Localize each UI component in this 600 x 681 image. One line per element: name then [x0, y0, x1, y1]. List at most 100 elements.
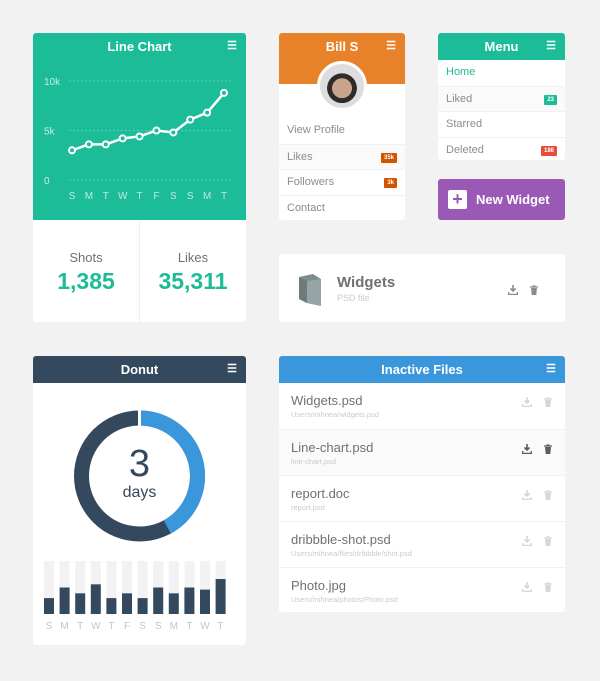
trash-icon[interactable]: [543, 444, 553, 454]
x-tick-label: M: [170, 621, 178, 632]
profile-header: Bill S ☰: [279, 33, 405, 111]
donut-unit: days: [122, 484, 157, 501]
bar-chart: SMTWTFSSMTWT: [44, 561, 226, 632]
bar: [153, 587, 164, 614]
menu-item-liked[interactable]: Liked 23: [438, 85, 565, 111]
stat-label: Shots: [69, 250, 103, 265]
followers-badge: 3k: [384, 178, 397, 188]
data-point: [135, 132, 144, 141]
y-tick-label: 10k: [44, 77, 61, 88]
item-label: Starred: [446, 118, 483, 130]
trash-icon[interactable]: [543, 490, 553, 500]
data-point: [169, 128, 178, 137]
data-point: [220, 88, 228, 97]
download-icon[interactable]: [522, 582, 532, 592]
file-row[interactable]: report.doc report.psd: [279, 475, 565, 521]
stat-label: Likes: [177, 250, 209, 265]
donut-value: 3: [128, 443, 151, 485]
menu-icon[interactable]: ☰: [227, 356, 237, 383]
stat-value: 35,311: [158, 268, 228, 294]
x-tick-label: S: [187, 191, 194, 202]
download-icon[interactable]: [508, 285, 518, 295]
file-row[interactable]: Widgets.psd Users/mihnea/widgets.psd: [279, 383, 565, 429]
line-chart-panel: Line Chart ☰ 0 5k 10k S M T W T F S S M T: [33, 33, 246, 220]
x-tick-label: T: [137, 191, 143, 202]
file-path: report.psd: [291, 503, 325, 512]
download-icon[interactable]: [522, 444, 532, 454]
file-path: Users/mihnea/photos/Photo.psd: [291, 595, 398, 604]
trash-icon[interactable]: [543, 582, 553, 592]
x-tick-label: W: [91, 621, 101, 632]
file-list: Widgets.psd Users/mihnea/widgets.psd Line-…: [279, 383, 565, 612]
file-row[interactable]: Line-chart.psd line-chart.psd: [279, 429, 565, 475]
stat-likes: Likes 35,311: [140, 220, 246, 322]
file-type: PSD file: [337, 293, 370, 303]
file-name: Widgets: [337, 274, 396, 291]
menu-header: Menu ☰: [438, 33, 565, 60]
y-tick-label: 5k: [44, 127, 56, 138]
x-tick-label: T: [221, 191, 227, 202]
donut-card: Donut ☰ 3 days SMTWTFSSMTWT: [33, 356, 246, 645]
x-tick-label: S: [155, 621, 162, 632]
profile-card: Bill S ☰ View Profile Likes 35k Followers 3…: [279, 33, 405, 220]
trash-icon[interactable]: [543, 536, 553, 546]
trash-icon[interactable]: [529, 285, 539, 295]
x-tick-label: S: [69, 191, 76, 202]
bar: [137, 598, 148, 614]
profile-name: Bill S ☰: [279, 33, 405, 60]
file-row[interactable]: dribbble-shot.psd Users/mihnea/files/drib…: [279, 521, 565, 567]
x-tick-label: S: [170, 191, 177, 202]
item-label: Home: [446, 66, 476, 78]
download-icon[interactable]: [522, 490, 532, 500]
profile-item-contact[interactable]: Contact: [279, 194, 405, 221]
new-widget-button[interactable]: + New Widget: [438, 179, 565, 220]
card-title: Line Chart: [107, 39, 172, 54]
plus-icon: +: [448, 190, 467, 209]
data-point: [152, 126, 161, 135]
donut-header: Donut ☰: [33, 356, 246, 383]
menu-icon[interactable]: ☰: [386, 33, 396, 60]
menu-title: Menu: [484, 39, 519, 54]
deleted-badge: 186: [540, 145, 557, 156]
stat-shots: Shots 1,385: [33, 220, 140, 322]
menu-icon[interactable]: ☰: [546, 356, 556, 383]
widget-file-card[interactable]: Widgets PSD file: [279, 254, 565, 322]
avatar[interactable]: [317, 61, 367, 111]
download-icon[interactable]: [522, 397, 532, 407]
profile-item-view-profile[interactable]: View Profile: [279, 118, 405, 144]
file-row[interactable]: Photo.jpg Users/mihnea/photos/Photo.psd: [279, 567, 565, 612]
bar: [106, 598, 117, 614]
menu-item-deleted[interactable]: Deleted 186: [438, 136, 565, 161]
x-tick-label: T: [108, 621, 114, 632]
item-label: Followers: [287, 176, 335, 188]
menu-item-home[interactable]: Home: [438, 60, 565, 86]
stat-value: 1,385: [57, 268, 115, 294]
x-tick-label: W: [200, 621, 210, 632]
menu-item-starred[interactable]: Starred: [438, 111, 565, 137]
line-chart-card: Line Chart ☰ 0 5k 10k S M T W T F S S M T Shots 1,385…: [33, 33, 246, 322]
button-label: New Widget: [476, 192, 550, 207]
donut-center: 3 days: [33, 444, 246, 502]
book-icon: [299, 274, 321, 306]
bar: [75, 593, 86, 614]
stats: Shots 1,385 Likes 35,311: [33, 220, 246, 322]
bar: [90, 584, 101, 614]
x-tick-label: W: [118, 191, 128, 202]
bar: [215, 579, 226, 614]
trash-icon[interactable]: [543, 397, 553, 407]
x-tick-label: M: [203, 191, 211, 202]
download-icon[interactable]: [522, 536, 532, 546]
file-path: line-chart.psd: [291, 457, 337, 466]
bar: [168, 593, 179, 614]
item-label: Liked: [446, 92, 473, 105]
profile-item-followers[interactable]: Followers 3k: [279, 169, 405, 195]
data-point: [203, 108, 212, 117]
x-tick-label: T: [218, 621, 224, 632]
menu-icon[interactable]: ☰: [227, 33, 237, 60]
menu-icon[interactable]: ☰: [546, 33, 556, 60]
user-name: Bill S: [325, 39, 359, 54]
profile-item-likes[interactable]: Likes 35k: [279, 143, 405, 169]
x-tick-label: T: [186, 621, 192, 632]
files-header: Inactive Files ☰: [279, 356, 565, 383]
data-point: [118, 134, 127, 143]
